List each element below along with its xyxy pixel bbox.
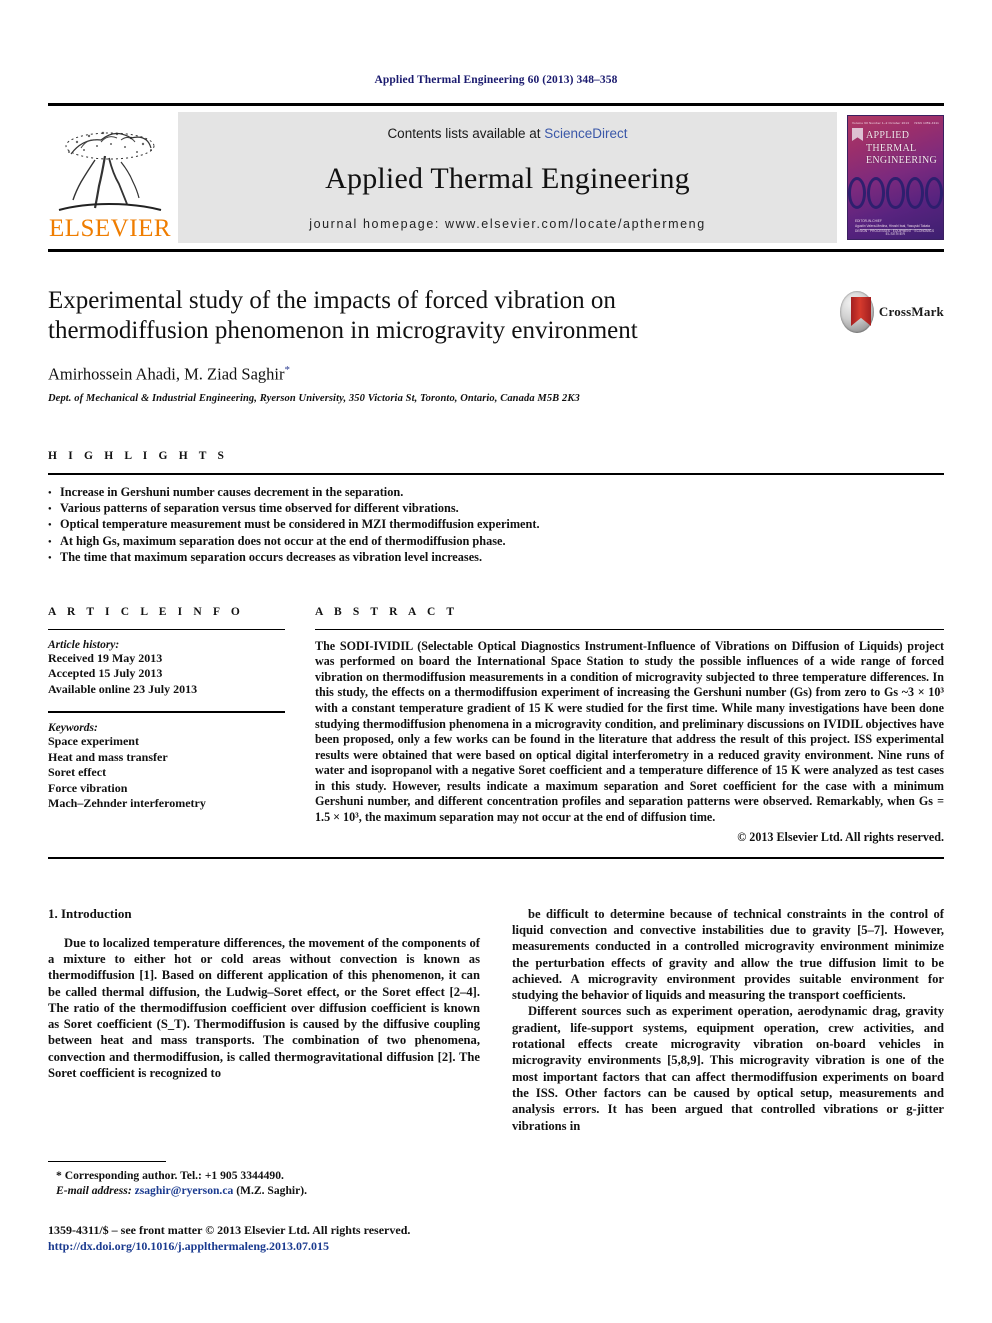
article-info-divider [48, 711, 285, 714]
journal-masthead: ELSEVIER Contents lists available at Sci… [48, 103, 944, 252]
body-column-right: be difficult to determine because of tec… [512, 906, 944, 1134]
cover-title-line1: APPLIED [866, 130, 910, 141]
paragraph: Different sources such as experiment ope… [512, 1004, 944, 1133]
footer-doi-link[interactable]: http://dx.doi.org/10.1016/j.applthermale… [48, 1238, 518, 1254]
abstract-text: The SODI-IVIDIL (Selectable Optical Diag… [315, 638, 944, 825]
email-owner: (M.Z. Saghir). [236, 1184, 308, 1197]
elsevier-wordmark: ELSEVIER [48, 215, 172, 242]
cover-title-line2: THERMAL [866, 142, 917, 154]
cover-rings-graphic [848, 177, 943, 209]
list-item: At high Gs, maximum separation does not … [48, 533, 944, 551]
contents-prefix: Contents lists available at [387, 126, 545, 141]
journal-cover-thumbnail[interactable]: Volume 60 Number 1–2 October 2013 ISSN 1… [847, 115, 944, 240]
page-title: Experimental study of the impacts of for… [48, 287, 638, 344]
corresponding-author-footnote: * Corresponding author. Tel.: +1 905 334… [48, 1161, 478, 1198]
elsevier-logo[interactable]: ELSEVIER [48, 112, 172, 243]
crossmark-label: CrossMark [878, 304, 944, 319]
crossmark-circle-icon [840, 291, 874, 333]
abstract-section: A B S T R A C T The SODI-IVIDIL (Selecta… [315, 606, 944, 845]
cover-publisher-mark: ELSEVIER [885, 232, 906, 236]
author-names: Amirhossein Ahadi, M. Ziad Saghir [48, 364, 285, 384]
keyword-item: Force vibration [48, 780, 128, 795]
cover-elsevier-mark-icon [852, 128, 863, 141]
journal-band: Contents lists available at ScienceDirec… [178, 112, 837, 243]
crossmark-badge[interactable]: CrossMark [840, 290, 944, 334]
affiliation: Dept. of Mechanical & Industrial Enginee… [48, 392, 580, 404]
keywords-label: Keywords: [48, 722, 98, 735]
highlights-list: Increase in Gershuni number causes decre… [48, 484, 944, 568]
abstract-body: The SODI-IVIDIL (Selectable Optical Diag… [315, 628, 944, 845]
history-received: Received 19 May 2013 [48, 650, 163, 665]
email-address-label: E-mail address: [56, 1184, 132, 1197]
author-list: Amirhossein Ahadi, M. Ziad Saghir* [48, 364, 944, 385]
cover-footer-divider [860, 229, 931, 230]
highlights-heading: H I G H L I G H T S [48, 449, 229, 462]
article-info-heading: A R T I C L E I N F O [48, 605, 244, 618]
body-column-left: 1. Introduction Due to localized tempera… [48, 906, 480, 1134]
paragraph: be difficult to determine because of tec… [512, 906, 944, 1003]
page-footer: 1359-4311/$ – see front matter © 2013 El… [48, 1222, 518, 1254]
article-info-section: A R T I C L E I N F O Article history: R… [48, 606, 285, 845]
cover-topbar: Volume 60 Number 1–2 October 2013 ISSN 1… [852, 119, 939, 126]
journal-homepage-link[interactable]: journal homepage: www.elsevier.com/locat… [309, 217, 706, 231]
info-abstract-row: A R T I C L E I N F O Article history: R… [48, 606, 944, 845]
footnote-corresponding-author: * Corresponding author. Tel.: +1 905 334… [56, 1169, 284, 1182]
email-link[interactable]: zsaghir@ryerson.ca [135, 1184, 234, 1197]
keyword-item: Mach–Zehnder interferometry [48, 796, 206, 811]
footnote-divider [48, 1161, 166, 1162]
history-available-online: Available online 23 July 2013 [48, 681, 198, 696]
sciencedirect-link[interactable]: ScienceDirect [544, 126, 627, 141]
footer-issn-line: 1359-4311/$ – see front matter © 2013 El… [48, 1223, 411, 1237]
running-head: Applied Thermal Engineering 60 (2013) 34… [374, 74, 618, 86]
keyword-item: Space experiment [48, 734, 139, 749]
title-block: Experimental study of the impacts of for… [48, 286, 944, 404]
section-heading-introduction: 1. Introduction [48, 905, 132, 921]
list-item: Optical temperature measurement must be … [48, 516, 944, 534]
contents-available-line: Contents lists available at ScienceDirec… [387, 126, 627, 141]
list-item: The time that maximum separation occurs … [48, 549, 944, 567]
highlights-section: H I G H L I G H T S Increase in Gershuni… [48, 449, 944, 568]
cover-issn-text: ISSN 1359-4311 [914, 120, 939, 125]
highlights-body: Increase in Gershuni number causes decre… [48, 472, 944, 568]
keyword-item: Heat and mass transfer [48, 749, 168, 764]
elsevier-tree-icon [51, 124, 169, 216]
cover-volume-text: Volume 60 Number 1–2 October 2013 [852, 120, 910, 125]
article-info-body: Article history: Received 19 May 2013 Ac… [48, 628, 285, 812]
footnote-email-line: E-mail address: zsaghir@ryerson.ca (M.Z.… [48, 1183, 478, 1198]
crossmark-bookmark-icon [851, 297, 871, 326]
journal-title: Applied Thermal Engineering [325, 162, 690, 195]
keyword-item: Soret effect [48, 765, 107, 780]
abstract-end-divider [48, 856, 944, 859]
abstract-heading: A B S T R A C T [315, 605, 459, 618]
history-accepted: Accepted 15 July 2013 [48, 666, 163, 681]
corresponding-author-marker: * [284, 364, 290, 376]
journal-article-page: Applied Thermal Engineering 60 (2013) 34… [0, 0, 992, 1323]
list-item: Various patterns of separation versus ti… [48, 500, 944, 518]
cover-title: APPLIED THERMAL ENGINEERING [866, 130, 937, 168]
paragraph: Due to localized temperature differences… [48, 935, 480, 1081]
article-history-label: Article history: [48, 638, 120, 651]
body-columns: 1. Introduction Due to localized tempera… [48, 906, 944, 1134]
list-item: Increase in Gershuni number causes decre… [48, 484, 944, 502]
abstract-copyright: © 2013 Elsevier Ltd. All rights reserved… [737, 829, 944, 844]
cover-title-line3: ENGINEERING [866, 155, 938, 166]
